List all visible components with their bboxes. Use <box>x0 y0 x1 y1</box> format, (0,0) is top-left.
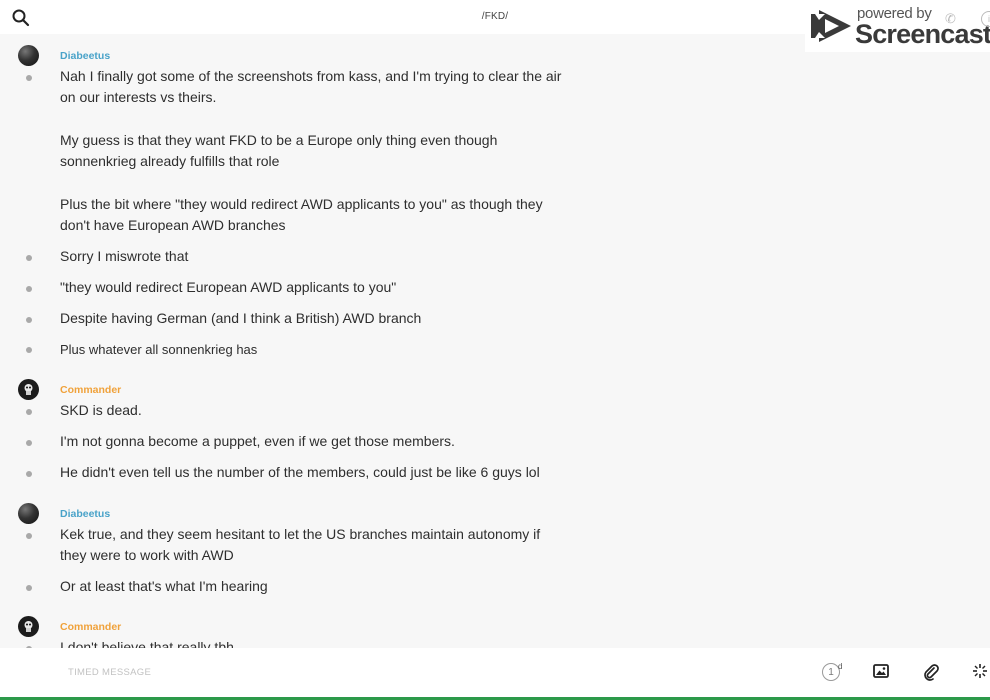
message-bullet <box>26 409 32 415</box>
message-text: Nah I finally got some of the screenshot… <box>60 68 562 106</box>
message-text: Plus whatever all sonnenkrieg has <box>60 342 258 357</box>
message-text: Plus the bit where "they would redirect … <box>60 196 543 234</box>
message-bullet <box>26 317 32 323</box>
author-name[interactable]: Diabeetus <box>60 50 110 62</box>
author-name[interactable]: Diabeetus <box>60 508 110 520</box>
message-bullet <box>26 440 32 446</box>
message-bullet <box>26 471 32 477</box>
message-bullet <box>26 75 32 81</box>
composer-bar: TIMED MESSAGE 1 d <box>0 648 990 700</box>
message-text: Kek true, and they seem hesitant to let … <box>60 526 541 564</box>
avatar[interactable] <box>18 616 39 637</box>
message-text: He didn't even tell us the number of the… <box>60 464 540 480</box>
message-bullet <box>26 533 32 539</box>
message-text: My guess is that they want FKD to be a E… <box>60 132 498 170</box>
avatar[interactable] <box>18 45 39 66</box>
phone-icon[interactable]: ✆ <box>945 11 956 27</box>
avatar[interactable] <box>18 379 39 400</box>
message-feed: Diabeetus Nah I finally got some of the … <box>0 36 990 648</box>
message-text: I'm not gonna become a puppet, even if w… <box>60 433 455 449</box>
image-icon[interactable] <box>873 663 889 684</box>
message-text: Despite having German (and I think a Bri… <box>60 310 422 326</box>
timer-unit: d <box>838 662 843 671</box>
author-name[interactable]: Commander <box>60 384 121 396</box>
info-icon[interactable]: i <box>981 11 990 27</box>
sparkle-icon[interactable] <box>972 663 988 684</box>
message-bullet <box>26 347 32 353</box>
message-bullet <box>26 286 32 292</box>
paperclip-icon[interactable] <box>922 663 940 686</box>
message-text: SKD is dead. <box>60 402 142 418</box>
author-name[interactable]: Commander <box>60 621 121 633</box>
message-text: Or at least that's what I'm hearing <box>60 578 268 594</box>
message-bullet <box>26 585 32 591</box>
message-text: Sorry I miswrote that <box>60 248 189 264</box>
message-text: "they would redirect European AWD applic… <box>60 279 397 295</box>
avatar[interactable] <box>18 503 39 524</box>
message-bullet <box>26 255 32 261</box>
timed-message-input[interactable]: TIMED MESSAGE <box>68 667 151 678</box>
message-text: I don't believe that really tbh <box>60 639 234 648</box>
